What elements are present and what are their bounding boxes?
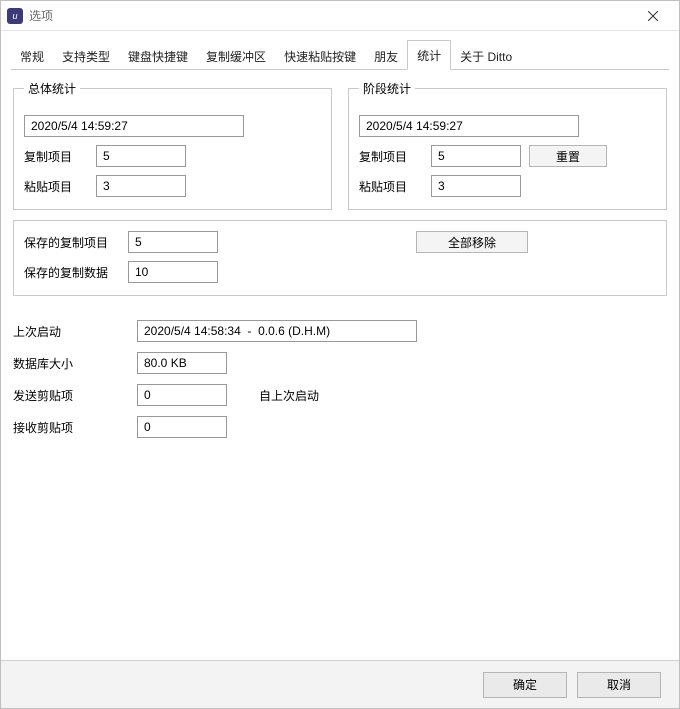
overall-copy-label: 复制项目: [24, 148, 88, 165]
saved-copy-items-label: 保存的复制项目: [24, 234, 120, 251]
cancel-button[interactable]: 取消: [577, 672, 661, 698]
app-icon: u: [7, 8, 23, 24]
phase-legend: 阶段统计: [359, 80, 415, 97]
phase-copy-label: 复制项目: [359, 148, 423, 165]
tab-shortcuts[interactable]: 键盘快捷键: [119, 42, 197, 70]
saved-copy-data-label: 保存的复制数据: [24, 264, 120, 281]
overall-paste-label: 粘贴项目: [24, 178, 88, 195]
phase-stats-group: 阶段统计 复制项目 重置 粘贴项目: [348, 80, 667, 210]
overall-copy-input[interactable]: [96, 145, 186, 167]
tab-copy-buffer[interactable]: 复制缓冲区: [197, 42, 275, 70]
tab-general[interactable]: 常规: [11, 42, 53, 70]
reset-button[interactable]: 重置: [529, 145, 607, 167]
tab-area: 常规 支持类型 键盘快捷键 复制缓冲区 快速粘贴按键 朋友 统计 关于 Ditt…: [1, 31, 679, 70]
close-button[interactable]: [633, 2, 673, 30]
last-start-label: 上次启动: [13, 323, 129, 340]
remove-all-button[interactable]: 全部移除: [416, 231, 528, 253]
options-window: u 选项 常规 支持类型 键盘快捷键 复制缓冲区 快速粘贴按键 朋友 统计 关于…: [0, 0, 680, 709]
db-size-input[interactable]: [137, 352, 227, 374]
recv-input[interactable]: [137, 416, 227, 438]
saved-copy-data-input[interactable]: [128, 261, 218, 283]
overall-stats-group: 总体统计 复制项目 粘贴项目: [13, 80, 332, 210]
titlebar: u 选项: [1, 1, 679, 31]
overall-legend: 总体统计: [24, 80, 80, 97]
tab-about[interactable]: 关于 Ditto: [451, 42, 521, 70]
phase-date-input[interactable]: [359, 115, 579, 137]
overall-date-input[interactable]: [24, 115, 244, 137]
tabstrip: 常规 支持类型 键盘快捷键 复制缓冲区 快速粘贴按键 朋友 统计 关于 Ditt…: [11, 39, 669, 70]
send-label: 发送剪贴项: [13, 387, 129, 404]
tab-friends[interactable]: 朋友: [365, 42, 407, 70]
button-bar: 确定 取消: [1, 660, 679, 708]
recv-label: 接收剪贴项: [13, 419, 129, 436]
since-last-start-label: 自上次启动: [259, 387, 319, 404]
overall-paste-input[interactable]: [96, 175, 186, 197]
phase-paste-input[interactable]: [431, 175, 521, 197]
phase-copy-input[interactable]: [431, 145, 521, 167]
tab-quick-paste[interactable]: 快速粘贴按键: [275, 42, 365, 70]
info-section: 上次启动 数据库大小 发送剪贴项 自上次启动 接收剪贴项: [13, 320, 667, 438]
db-size-label: 数据库大小: [13, 355, 129, 372]
window-title: 选项: [29, 7, 53, 24]
close-icon: [648, 11, 658, 21]
ok-button[interactable]: 确定: [483, 672, 567, 698]
tab-types[interactable]: 支持类型: [53, 42, 119, 70]
tab-stats[interactable]: 统计: [407, 40, 451, 70]
phase-paste-label: 粘贴项目: [359, 178, 423, 195]
saved-copy-items-input[interactable]: [128, 231, 218, 253]
last-start-input[interactable]: [137, 320, 417, 342]
saved-section: 保存的复制项目 全部移除 保存的复制数据: [13, 220, 667, 296]
send-input[interactable]: [137, 384, 227, 406]
tab-content: 总体统计 复制项目 粘贴项目 阶段统计 复制: [1, 70, 679, 660]
